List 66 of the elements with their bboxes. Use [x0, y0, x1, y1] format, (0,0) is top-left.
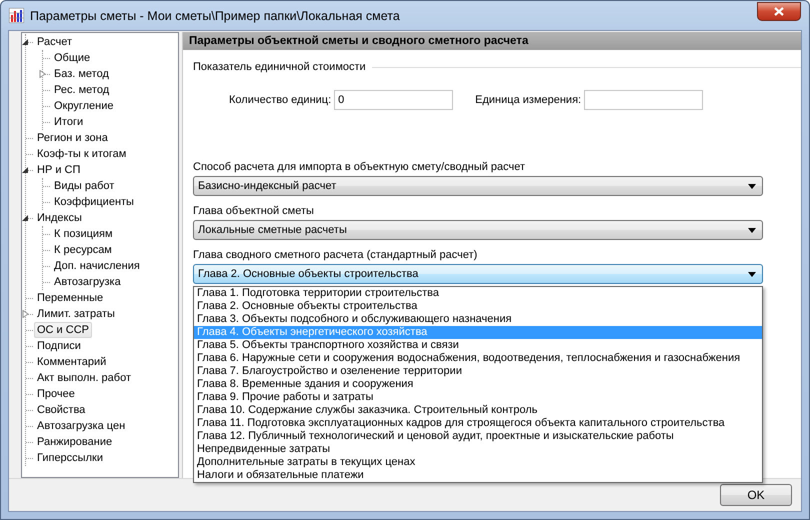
- tree-item[interactable]: Комментарий: [34, 354, 110, 370]
- dropdown[interactable]: Локальные сметные расчеты: [193, 220, 763, 240]
- expanded-arrow-icon[interactable]: [22, 166, 29, 174]
- tree-item[interactable]: Переменные: [34, 290, 106, 306]
- tree-item[interactable]: Лимит. затраты: [34, 306, 118, 322]
- tree-item[interactable]: Рес. метод: [51, 82, 112, 98]
- tree-item[interactable]: Регион и зона: [34, 130, 111, 146]
- group-title: Показатель единичной стоимости: [193, 61, 366, 73]
- tree-item[interactable]: Ранжирование: [34, 434, 116, 450]
- input-field[interactable]: [584, 90, 704, 110]
- tree-item[interactable]: Итоги: [51, 114, 86, 130]
- dropdown-option[interactable]: Непредвиденные затраты: [194, 443, 762, 456]
- field-label: Единица измерения:: [475, 94, 582, 106]
- caret-icon: [748, 272, 756, 276]
- input-field[interactable]: 0: [334, 90, 454, 110]
- close-icon: [774, 6, 784, 16]
- dropdown-option[interactable]: Глава 2. Основные объекты строительства: [194, 300, 762, 313]
- dropdown[interactable]: Базисно-индексный расчет: [193, 176, 763, 196]
- dropdown-option[interactable]: Налоги и обязательные платежи: [194, 469, 762, 482]
- tree-item[interactable]: Коэффициенты: [51, 194, 137, 210]
- dropdown[interactable]: Глава 2. Основные объекты строительства: [193, 264, 763, 284]
- collapsed-arrow-icon[interactable]: [39, 70, 46, 78]
- window-title: Параметры сметы - Мои сметы\Пример папки\Локальная смета: [30, 8, 400, 22]
- tree-item[interactable]: Доп. начисления: [51, 258, 143, 274]
- tree-item[interactable]: К ресурсам: [51, 242, 115, 258]
- tree-item[interactable]: Индексы: [34, 210, 85, 226]
- caret-icon: [748, 184, 756, 188]
- tree-item[interactable]: Виды работ: [51, 178, 118, 194]
- combo-label: Глава объектной сметы: [193, 204, 315, 218]
- collapsed-arrow-icon[interactable]: [22, 310, 29, 318]
- dropdown-option[interactable]: Дополнительные затраты в текущих ценах: [194, 456, 762, 469]
- tree-item[interactable]: Акт выполн. работ: [34, 370, 134, 386]
- tree-item[interactable]: Расчет: [34, 34, 75, 50]
- tree-item[interactable]: К позициям: [51, 226, 116, 242]
- tree-item[interactable]: Свойства: [34, 402, 88, 418]
- close-button[interactable]: [757, 2, 801, 20]
- dropdown-option[interactable]: Глава 3. Объекты подсобного и обслуживающего назначения: [194, 313, 762, 326]
- panel-header: Параметры объектной сметы и сводного сметного расчета: [183, 32, 801, 50]
- dropdown-option[interactable]: Глава 9. Прочие работы и затраты: [194, 391, 762, 404]
- combo-label: Глава сводного сметного расчета (стандартный расчет): [193, 248, 478, 262]
- dropdown-option[interactable]: Глава 10. Содержание службы заказчика. Строительный контроль: [194, 404, 762, 417]
- tree-item[interactable]: Общие: [51, 50, 94, 66]
- dropdown-option[interactable]: Глава 5. Объекты транспортного хозяйства и связи: [194, 339, 762, 352]
- expanded-arrow-icon[interactable]: [22, 38, 29, 46]
- tree-item[interactable]: ОС и ССР: [34, 322, 92, 338]
- combo-label: Способ расчета для импорта в объектную смету/сводный расчет: [193, 160, 526, 174]
- tree-item[interactable]: Автозагрузка: [51, 274, 124, 290]
- tree-item[interactable]: Прочее: [34, 386, 78, 402]
- chart-icon: [9, 8, 24, 23]
- field-label: Количество единиц:: [229, 94, 332, 106]
- expanded-arrow-icon[interactable]: [22, 214, 29, 222]
- tree-item[interactable]: Гиперссылки: [34, 450, 106, 466]
- dropdown-option[interactable]: Глава 12. Публичный технологический и ценовой аудит, проектные и изыскательские работы: [194, 430, 762, 443]
- ok-button[interactable]: OK: [720, 484, 792, 506]
- caret-icon: [748, 228, 756, 232]
- dropdown-option[interactable]: Глава 7. Благоустройство и озеленение территории: [194, 365, 762, 378]
- tree-item[interactable]: Баз. метод: [51, 66, 112, 82]
- dropdown-option[interactable]: Глава 6. Наружные сети и сооружения водоснабжения, водоотведения, теплоснабжения и газоснабжения: [194, 352, 762, 365]
- tree-item[interactable]: Автозагрузка цен: [34, 418, 128, 434]
- tree-item[interactable]: НР и СП: [34, 162, 84, 178]
- dropdown-option[interactable]: Глава 11. Подготовка эксплуатационных кадров для строящегося объекта капитального строительства: [194, 417, 762, 430]
- dropdown-option[interactable]: Глава 1. Подготовка территории строительства: [194, 287, 762, 300]
- tree-item[interactable]: Коэф-ты к итогам: [34, 146, 130, 162]
- dropdown-option[interactable]: Глава 8. Временные здания и сооружения: [194, 378, 762, 391]
- tree-item[interactable]: Округление: [51, 98, 117, 114]
- tree-item[interactable]: Подписи: [34, 338, 84, 354]
